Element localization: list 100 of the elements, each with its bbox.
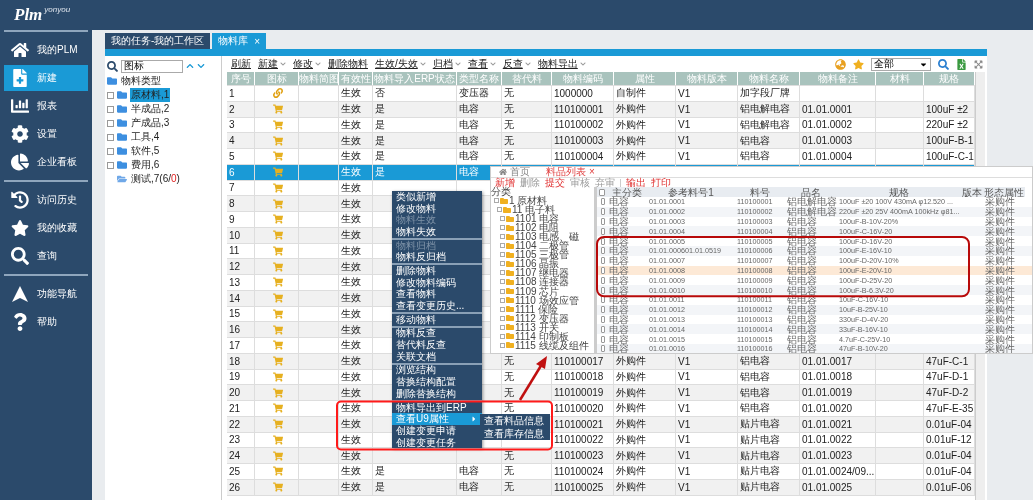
table-cell: V1 — [678, 481, 691, 493]
table-cell: 电容 — [609, 334, 629, 344]
table-cell: 0.01uF-04 — [926, 465, 972, 477]
table-cell: 铝电容 — [787, 275, 817, 285]
table-cell: 5 — [229, 150, 235, 162]
table-cell: 100uF ±2 — [926, 103, 969, 115]
table-cell: 无 — [504, 117, 514, 132]
table-cell: 铝电容 — [740, 385, 770, 400]
table-cell: 贴片电容 — [740, 432, 780, 447]
table-cell: 16 — [229, 324, 241, 336]
table-cell: 加字段厂牌 — [740, 86, 790, 101]
table-cell: 生效 — [341, 354, 361, 369]
table-cell: 铝电容 — [740, 401, 770, 416]
table-cell: 外购件 — [616, 102, 646, 117]
table-cell: 外购件 — [616, 401, 646, 416]
table-cell: 110100022 — [554, 434, 604, 446]
table-cell: 采购件 — [985, 217, 1015, 226]
table-cell: 采购件 — [985, 197, 1015, 207]
table-cell: 电容 — [609, 275, 629, 285]
table-cell: 110100003 — [554, 135, 604, 147]
table-cell: V1 — [678, 103, 691, 115]
table-cell: 生效 — [341, 432, 361, 447]
table-cell: 01.01.0024/09... — [802, 465, 875, 477]
table-cell: 采购件 — [985, 295, 1015, 305]
table-cell: 47uF-E-35 — [926, 402, 974, 414]
table-cell: 采购件 — [985, 226, 1015, 236]
table-cell: 25 — [229, 465, 241, 477]
table-cell: 采购件 — [985, 275, 1015, 285]
table-cell: 贴片电容 — [740, 464, 780, 479]
table-cell: 01.01.0003 — [802, 135, 853, 147]
table-cell: 生效 — [341, 401, 361, 416]
table-cell: 生效 — [341, 369, 361, 384]
table-cell: 电容 — [609, 197, 629, 207]
table-cell: V1 — [678, 402, 691, 414]
table-cell: 采购件 — [985, 324, 1015, 334]
table-cell: 01.01.0023 — [802, 450, 853, 462]
table-cell: 生效 — [341, 306, 361, 321]
table-cell: 电容 — [459, 117, 479, 132]
table-cell: V1 — [678, 371, 691, 383]
table-cell: 铝电容 — [740, 149, 770, 164]
table-cell: 生效 — [341, 322, 361, 337]
table-cell: 采购件 — [985, 246, 1015, 256]
table-cell: 110100023 — [554, 450, 604, 462]
table-cell: 铝电容 — [787, 314, 817, 324]
table-cell: 110100025 — [554, 481, 604, 493]
table-cell: 0.01uF-06 — [926, 481, 972, 493]
table-cell: 生效 — [341, 385, 361, 400]
table-cell: 电容 — [609, 265, 629, 275]
table-cell: 220uF ±2 — [926, 119, 969, 131]
table-cell: 无 — [504, 354, 514, 369]
table-cell: 12 — [229, 261, 241, 273]
table-cell: 电容 — [609, 226, 629, 236]
table-cell-text: 无 — [504, 401, 514, 415]
table-cell: 生效 — [341, 196, 361, 211]
table-cell: 8 — [229, 198, 235, 210]
table-cell: 铝电解电容 — [787, 197, 837, 207]
table-cell: 外购件 — [616, 417, 646, 432]
table-cell: 23 — [229, 434, 241, 446]
table-cell: V1 — [678, 465, 691, 477]
table-cell: 外购件 — [616, 464, 646, 479]
table-cell: V1 — [678, 119, 691, 131]
table-cell: V1 — [678, 87, 691, 99]
table-cell: 否 — [375, 86, 385, 101]
table-cell: 外购件 — [616, 117, 646, 132]
table-cell: 采购件 — [985, 236, 1015, 246]
table-cell: 生效 — [341, 259, 361, 274]
table-cell: 22 — [229, 418, 241, 430]
table-cell: 是 — [375, 117, 385, 132]
table-cell: 生效 — [341, 417, 361, 432]
table-cell: 26 — [229, 481, 241, 493]
table-cell: V1 — [678, 434, 691, 446]
table-cell: 110100018 — [554, 371, 604, 383]
table-cell: 生效 — [341, 133, 361, 148]
table-cell: 01.01.0018 — [802, 371, 853, 383]
table-cell: 铝电容 — [787, 324, 817, 334]
table-cell: 110100020 — [554, 402, 604, 414]
table-cell: 0.01uF-04 — [926, 418, 972, 430]
table-cell: 外购件 — [616, 133, 646, 148]
table-cell: 电容 — [609, 236, 629, 246]
table-cell: 采购件 — [985, 207, 1015, 217]
table-cell: V1 — [678, 135, 691, 147]
table-cell: 47uF-C-1 — [926, 355, 969, 367]
table-cell: 铝电解电容 — [740, 117, 790, 132]
table-cell: 110100004 — [554, 150, 604, 162]
table-cell: 电容 — [459, 133, 479, 148]
table-cell: 生效 — [341, 228, 361, 243]
table-cell: 无 — [504, 480, 514, 495]
table-cell: 电容 — [609, 305, 629, 315]
table-cell: 外购件 — [616, 385, 646, 400]
table-cell: 0.01uF-12 — [926, 434, 972, 446]
table-cell: 15 — [229, 308, 241, 320]
table-cell: 采购件 — [985, 305, 1015, 315]
table-cell: 铝电解电容 — [740, 102, 790, 117]
table-cell: 01.01.0021 — [802, 418, 853, 430]
table-cell: 110100019 — [554, 387, 604, 399]
table-cell: V1 — [678, 355, 691, 367]
table-cell: 电容 — [609, 344, 629, 353]
table-cell: 生效 — [341, 275, 361, 290]
table-cell: 电容 — [609, 285, 629, 295]
table-cell: 01.01.0017 — [802, 355, 853, 367]
